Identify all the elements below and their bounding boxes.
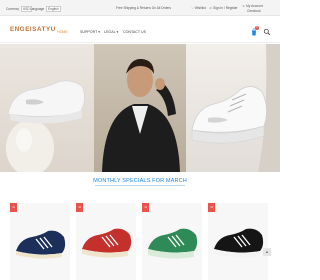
language-selector[interactable]: Language English: [30, 5, 61, 12]
account-label: My Account: [246, 3, 263, 8]
hero-panel-sneaker-egg: [0, 44, 94, 172]
chevron-down-icon: ▾: [116, 30, 119, 34]
arrow-up-icon: ▲: [265, 249, 269, 254]
promo-text: Free Shipping & Returns On All Orders: [116, 5, 171, 10]
cart-count-badge: 0: [255, 26, 259, 30]
wishlist-link[interactable]: ♡ Wishlist: [191, 6, 206, 10]
nav-legal[interactable]: LEGAL ▾: [104, 30, 118, 34]
language-label: Language: [30, 6, 45, 11]
currency-selector[interactable]: Currency USD: [6, 5, 32, 12]
currency-label: Currency: [6, 6, 19, 11]
account-link[interactable]: ☺ My Account: [242, 4, 263, 8]
search-icon[interactable]: [263, 28, 271, 36]
top-bar: Currency USD Language English Free Shipp…: [0, 0, 280, 16]
sneaker-navy-image: [16, 230, 66, 259]
main-header: ENGEISATYU HOME SUPPORT ▾ LEGAL ▾ CONTAC…: [0, 16, 280, 43]
site-logo[interactable]: ENGEISATYU: [10, 26, 56, 33]
nav-legal-label: LEGAL: [104, 30, 116, 34]
product-card[interactable]: -%: [208, 203, 268, 280]
sneaker-on-egg-image: [6, 80, 85, 172]
hero-panel-platform-sneaker: [186, 44, 280, 172]
sneaker-green-image: [148, 228, 198, 259]
signin-link[interactable]: ☺ Sign In / Register: [209, 6, 238, 10]
nav-support-label: SUPPORT: [80, 30, 98, 34]
chevron-down-icon: ▾: [98, 30, 101, 34]
nav-contact[interactable]: CONTACT US: [123, 30, 146, 34]
user-icon: ☺: [209, 5, 213, 10]
sale-badge: -%: [208, 203, 215, 212]
checkout-link[interactable]: Checkout: [247, 9, 260, 13]
sale-badge: -%: [10, 203, 17, 212]
nav-home[interactable]: HOME: [57, 30, 68, 34]
product-card[interactable]: -%: [76, 203, 136, 280]
signin-label: Sign In / Register: [213, 5, 238, 10]
sale-badge: -%: [142, 203, 149, 212]
user-icon: ☺: [242, 3, 246, 8]
model-in-jacket-image: [102, 58, 180, 172]
title-underline: [95, 185, 185, 186]
scroll-to-top-button[interactable]: ▲: [263, 248, 271, 256]
product-card[interactable]: -%: [142, 203, 202, 280]
wishlist-label: Wishlist: [194, 5, 206, 10]
platform-sneaker-image: [191, 44, 280, 172]
product-card[interactable]: -%: [10, 203, 70, 280]
sneaker-red-image: [82, 228, 132, 258]
hero-panel-model: [94, 44, 186, 172]
language-value: English: [46, 5, 61, 12]
nav-support[interactable]: SUPPORT ▾: [80, 30, 100, 34]
sneaker-black-image: [214, 228, 264, 258]
hero-banner[interactable]: [0, 44, 280, 172]
sale-badge: -%: [76, 203, 83, 212]
heart-icon: ♡: [191, 5, 194, 10]
section-title: MONTHLY SPECIALS FOR MARCH: [93, 178, 187, 184]
